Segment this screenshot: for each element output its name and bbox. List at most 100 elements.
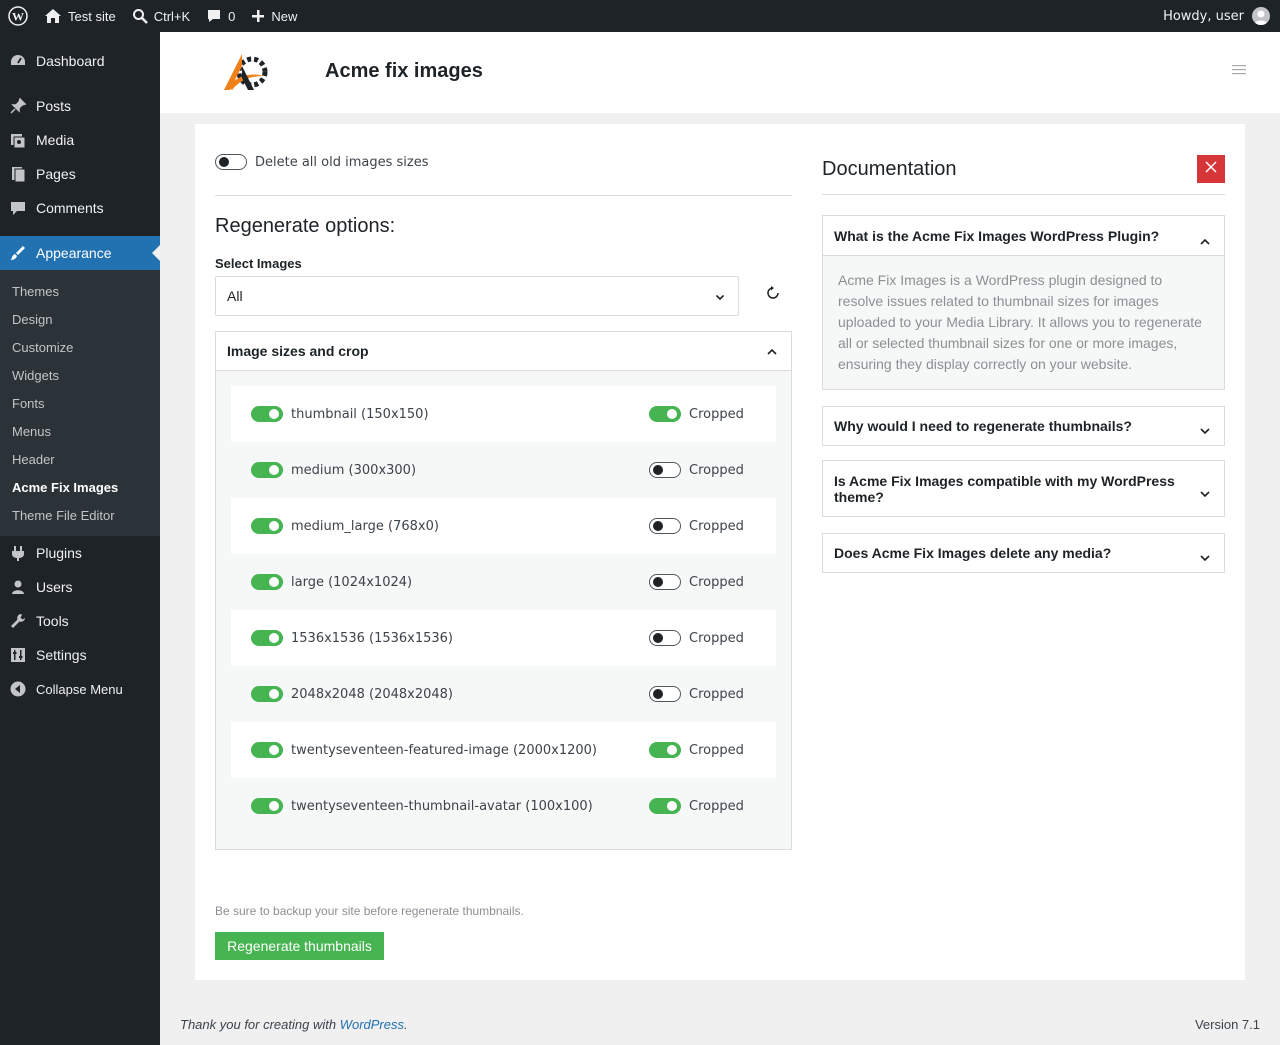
sidebar-item-comments[interactable]: Comments (0, 191, 160, 225)
faq-item: Is Acme Fix Images compatible with my Wo… (822, 460, 1225, 517)
submenu-item-header[interactable]: Header (0, 445, 160, 473)
faq-question[interactable]: Is Acme Fix Images compatible with my Wo… (823, 461, 1224, 516)
cropped-toggle[interactable] (649, 742, 681, 758)
plugin-icon (8, 543, 28, 563)
close-documentation-button[interactable] (1197, 155, 1225, 183)
submenu-item-themes[interactable]: Themes (0, 277, 160, 305)
crop-control: Cropped (649, 742, 744, 758)
regenerate-options-heading: Regenerate options: (215, 215, 396, 237)
cropped-label: Cropped (689, 742, 744, 758)
sidebar-item-dashboard[interactable]: Dashboard (0, 44, 160, 78)
image-size-row: large (1024x1024) Cropped (231, 554, 776, 610)
sidebar-item-label: Plugins (36, 545, 82, 561)
sidebar-item-tools[interactable]: Tools (0, 604, 160, 638)
cropped-label: Cropped (689, 518, 744, 534)
size-enabled-toggle[interactable] (251, 462, 283, 478)
cropped-toggle[interactable] (649, 686, 681, 702)
size-enabled-toggle[interactable] (251, 742, 283, 758)
size-enabled-toggle[interactable] (251, 574, 283, 590)
select-images-label: Select Images (215, 256, 302, 271)
cropped-toggle[interactable] (649, 518, 681, 534)
submenu-item-fonts[interactable]: Fonts (0, 389, 160, 417)
size-enabled-toggle[interactable] (251, 798, 283, 814)
faq-item: Why would I need to regenerate thumbnail… (822, 406, 1225, 446)
sidebar-item-label: Collapse Menu (36, 681, 123, 697)
plus-icon (251, 9, 265, 23)
submenu-item-customize[interactable]: Customize (0, 333, 160, 361)
cropped-toggle[interactable] (649, 406, 681, 422)
select-images-dropdown[interactable]: All (215, 276, 739, 316)
submenu-item-menus[interactable]: Menus (0, 417, 160, 445)
image-size-row: medium (300x300) Cropped (231, 442, 776, 498)
crop-control: Cropped (649, 686, 744, 702)
cropped-label: Cropped (689, 798, 744, 814)
sidebar-item-label: Pages (36, 166, 76, 182)
chevron-down-icon (1199, 549, 1211, 565)
user-icon (8, 577, 28, 597)
faq-question-label: Is Acme Fix Images compatible with my Wo… (834, 472, 1175, 505)
sidebar-item-label: Media (36, 132, 75, 148)
sidebar-item-plugins[interactable]: Plugins (0, 536, 160, 570)
acme-logo-icon (220, 46, 272, 98)
delete-old-sizes-toggle[interactable] (215, 154, 247, 170)
submenu-item-design[interactable]: Design (0, 305, 160, 333)
image-size-name: 2048x2048 (2048x2048) (291, 686, 453, 702)
size-enabled-toggle[interactable] (251, 630, 283, 646)
comments-link[interactable]: 0 (198, 0, 243, 32)
faq-item: Does Acme Fix Images delete any media? (822, 533, 1225, 573)
footer-version: Version 7.1 (1194, 1017, 1260, 1032)
site-name-link[interactable]: Test site (36, 0, 124, 32)
image-sizes-panel: Image sizes and crop thumbnail (150x150)… (215, 331, 792, 850)
sidebar-item-pages[interactable]: Pages (0, 157, 160, 191)
regenerate-thumbnails-button[interactable]: Regenerate thumbnails (215, 932, 384, 960)
comments-count: 0 (228, 8, 236, 24)
select-images-value: All (227, 288, 243, 304)
crop-control: Cropped (649, 574, 744, 590)
refresh-icon[interactable] (765, 285, 781, 301)
submenu-item-acme-fix-images[interactable]: Acme Fix Images (0, 473, 160, 501)
crop-control: Cropped (649, 462, 744, 478)
main-panel: Delete all old images sizes Regenerate o… (195, 124, 1245, 980)
size-enabled-toggle[interactable] (251, 686, 283, 702)
image-sizes-header[interactable]: Image sizes and crop (216, 332, 791, 371)
cropped-toggle[interactable] (649, 798, 681, 814)
cropped-toggle[interactable] (649, 574, 681, 590)
size-enabled-toggle[interactable] (251, 406, 283, 422)
image-size-name: twentyseventeen-thumbnail-avatar (100x10… (291, 798, 593, 814)
cropped-label: Cropped (689, 406, 744, 422)
collapse-menu-button[interactable]: Collapse Menu (0, 672, 160, 706)
footer-thanks: Thank you for creating with WordPress. (180, 1017, 408, 1032)
size-enabled-toggle[interactable] (251, 518, 283, 534)
plugin-header: Acme fix images (160, 32, 1280, 113)
submenu-item-widgets[interactable]: Widgets (0, 361, 160, 389)
cropped-toggle[interactable] (649, 462, 681, 478)
cropped-label: Cropped (689, 686, 744, 702)
crop-control: Cropped (649, 518, 744, 534)
sidebar-item-posts[interactable]: Posts (0, 89, 160, 123)
new-content-link[interactable]: New (243, 0, 305, 32)
sidebar-item-label: Appearance (36, 245, 112, 261)
admin-bar: W Test site Ctrl+K 0 New Howdy, user (0, 0, 1280, 32)
faq-question[interactable]: Does Acme Fix Images delete any media? (823, 534, 1224, 572)
comment-icon (8, 198, 28, 218)
faq-question[interactable]: What is the Acme Fix Images WordPress Pl… (823, 216, 1224, 255)
faq-question[interactable]: Why would I need to regenerate thumbnail… (823, 407, 1224, 445)
sidebar-item-label: Posts (36, 98, 72, 114)
sidebar-item-appearance[interactable]: Appearance (0, 236, 160, 270)
search-shortcut[interactable]: Ctrl+K (124, 0, 198, 32)
sidebar-item-media[interactable]: Media (0, 123, 160, 157)
cropped-toggle[interactable] (649, 630, 681, 646)
footer-thanks-text: Thank you for creating with (180, 1017, 340, 1032)
my-account[interactable]: Howdy, user (1163, 7, 1280, 25)
submenu-item-theme-file-editor[interactable]: Theme File Editor (0, 501, 160, 529)
wordpress-link[interactable]: WordPress (340, 1017, 404, 1032)
wordpress-logo-icon[interactable]: W (0, 0, 36, 32)
sidebar-item-users[interactable]: Users (0, 570, 160, 604)
appearance-submenu: Themes Design Customize Widgets Fonts Me… (0, 270, 160, 536)
delete-old-sizes-row: Delete all old images sizes (215, 154, 429, 170)
close-icon (1205, 161, 1217, 177)
footer-thanks-suffix: . (404, 1017, 408, 1032)
sidebar-item-settings[interactable]: Settings (0, 638, 160, 672)
menu-toggle-icon[interactable] (1232, 64, 1246, 80)
image-size-row: twentyseventeen-featured-image (2000x120… (231, 722, 776, 778)
